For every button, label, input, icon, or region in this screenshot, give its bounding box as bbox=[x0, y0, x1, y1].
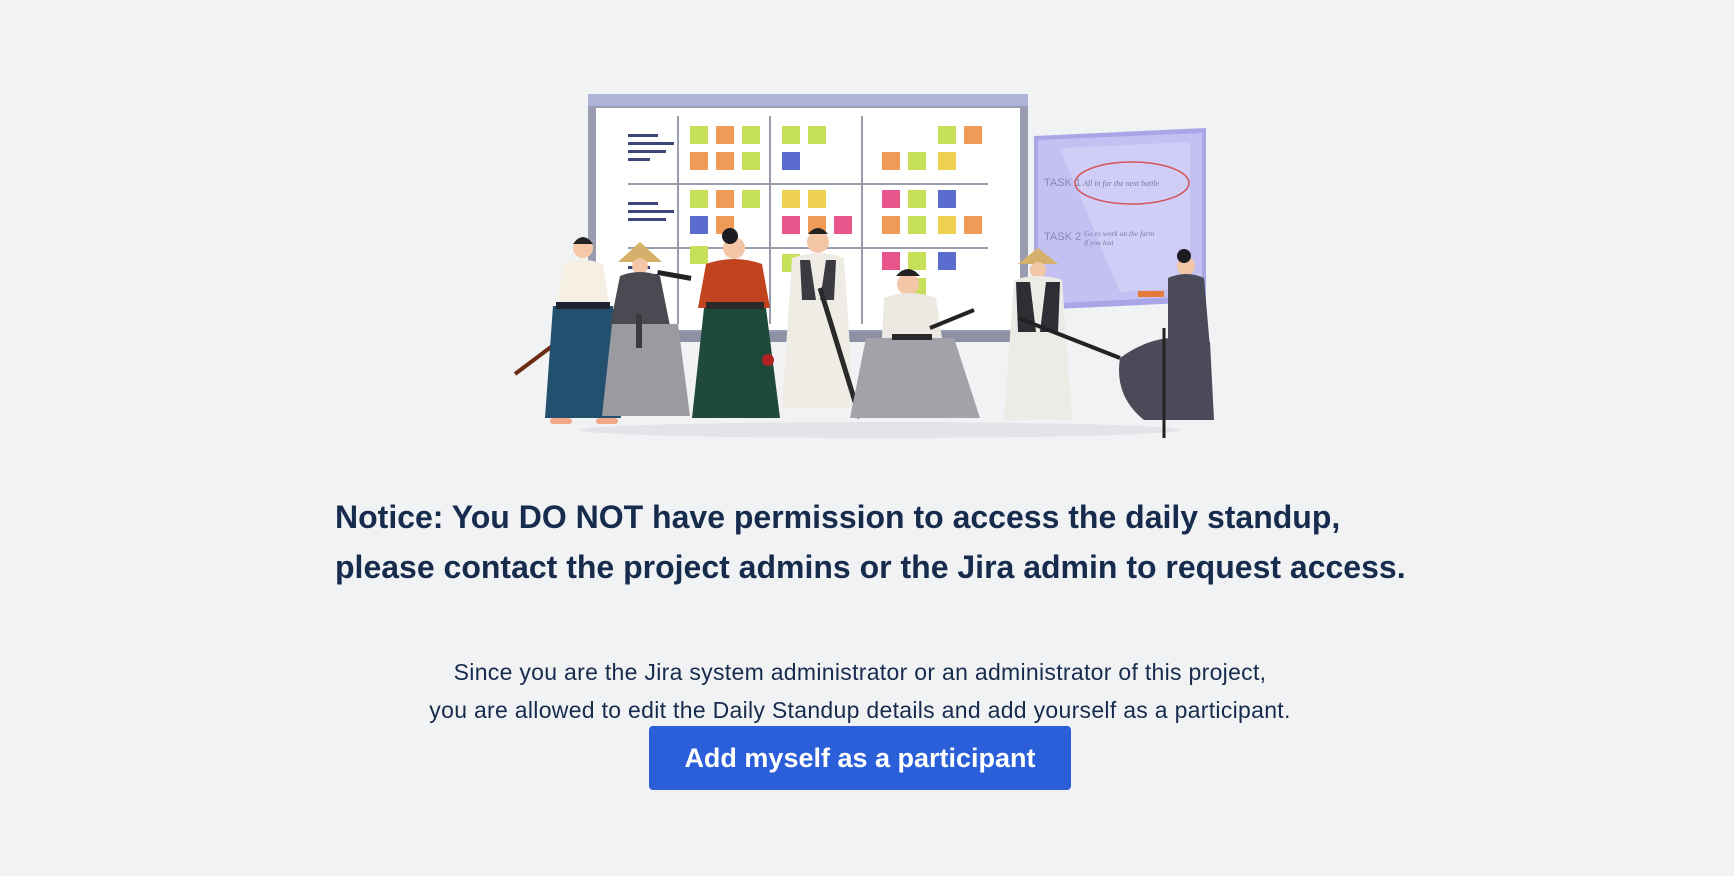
svg-text:TASK 2: TASK 2 bbox=[1044, 231, 1081, 243]
admin-description-line-1: Since you are the Jira system administra… bbox=[453, 659, 1267, 685]
permission-notice-line-1: Notice: You DO NOT have permission to ac… bbox=[335, 499, 1341, 535]
svg-text:All in for the next battle: All in for the next battle bbox=[1082, 179, 1160, 188]
admin-description: Since you are the Jira system administra… bbox=[0, 653, 1720, 729]
permission-notice: Notice: You DO NOT have permission to ac… bbox=[335, 492, 1435, 592]
svg-text:Go to work on the farm: Go to work on the farm bbox=[1084, 229, 1155, 238]
svg-text:if you lost: if you lost bbox=[1084, 238, 1114, 247]
daily-standup-access-page: TASK 1 All in for the next battle TASK 2… bbox=[0, 0, 1734, 876]
add-myself-as-participant-button[interactable]: Add myself as a participant bbox=[649, 726, 1071, 790]
samurai-team-kanban-illustration: TASK 1 All in for the next battle TASK 2… bbox=[513, 94, 1214, 438]
permission-notice-line-2: please contact the project admins or the… bbox=[335, 549, 1406, 585]
admin-description-line-2: you are allowed to edit the Daily Standu… bbox=[429, 697, 1291, 723]
